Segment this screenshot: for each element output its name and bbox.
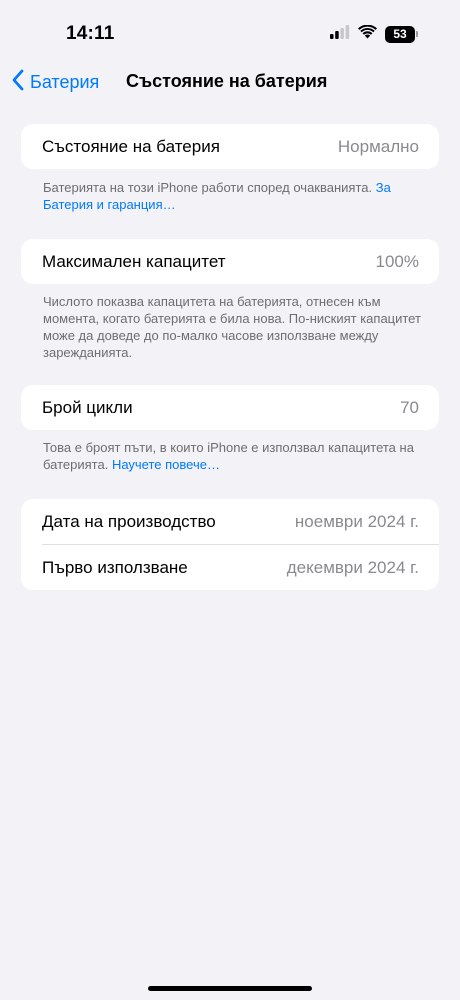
back-button-label: Батерия	[30, 71, 100, 92]
battery-health-note: Батерията на този iPhone работи според о…	[43, 179, 428, 213]
battery-cap	[416, 31, 418, 37]
battery-health-value: Нормално	[337, 136, 419, 156]
home-indicator[interactable]	[148, 986, 312, 991]
dates-card: Дата на производство ноември 2024 г. Пър…	[21, 499, 439, 590]
status-time: 14:11	[66, 23, 115, 44]
cycle-count-note-text: Това е броят пъти, в които iPhone е изпо…	[43, 440, 414, 472]
max-capacity-label: Максимален капацитет	[42, 251, 226, 271]
max-capacity-row: Максимален капацитет 100%	[21, 239, 439, 284]
status-icons: 53	[330, 24, 418, 44]
battery-health-label: Състояние на батерия	[42, 136, 220, 156]
max-capacity-value: 100%	[375, 251, 419, 271]
battery-icon: 53	[385, 25, 418, 43]
cellular-signal-icon	[330, 24, 350, 44]
cycle-count-row: Брой цикли 70	[21, 385, 439, 430]
cycle-count-note: Това е броят пъти, в които iPhone е изпо…	[43, 439, 428, 473]
learn-more-link[interactable]: Научете повече…	[112, 457, 220, 472]
cycle-count-label: Брой цикли	[42, 397, 133, 417]
cycle-count-value: 70	[400, 397, 419, 417]
manufacture-date-row: Дата на производство ноември 2024 г.	[21, 499, 439, 544]
first-use-label: Първо използване	[42, 557, 188, 577]
max-capacity-card: Максимален капацитет 100%	[21, 239, 439, 284]
wifi-icon	[358, 24, 377, 44]
manufacture-date-label: Дата на производство	[42, 511, 216, 531]
nav-bar: Батерия Състояние на батерия	[0, 60, 460, 104]
page-title: Състояние на батерия	[126, 71, 328, 91]
first-use-row: Първо използване декември 2024 г.	[21, 545, 439, 590]
battery-health-card: Състояние на батерия Нормално	[21, 124, 439, 169]
cycle-count-card: Брой цикли 70	[21, 385, 439, 430]
battery-health-row: Състояние на батерия Нормално	[21, 124, 439, 169]
back-button[interactable]: Батерия	[12, 68, 99, 96]
first-use-value: декември 2024 г.	[286, 557, 419, 577]
chevron-left-icon	[12, 69, 24, 96]
battery-health-note-text: Батерията на този iPhone работи според о…	[43, 180, 376, 195]
manufacture-date-value: ноември 2024 г.	[294, 511, 419, 531]
battery-level: 53	[385, 25, 415, 43]
status-bar: 14:11 53	[0, 0, 460, 60]
max-capacity-note: Числото показва капацитета на батерията,…	[43, 294, 421, 360]
